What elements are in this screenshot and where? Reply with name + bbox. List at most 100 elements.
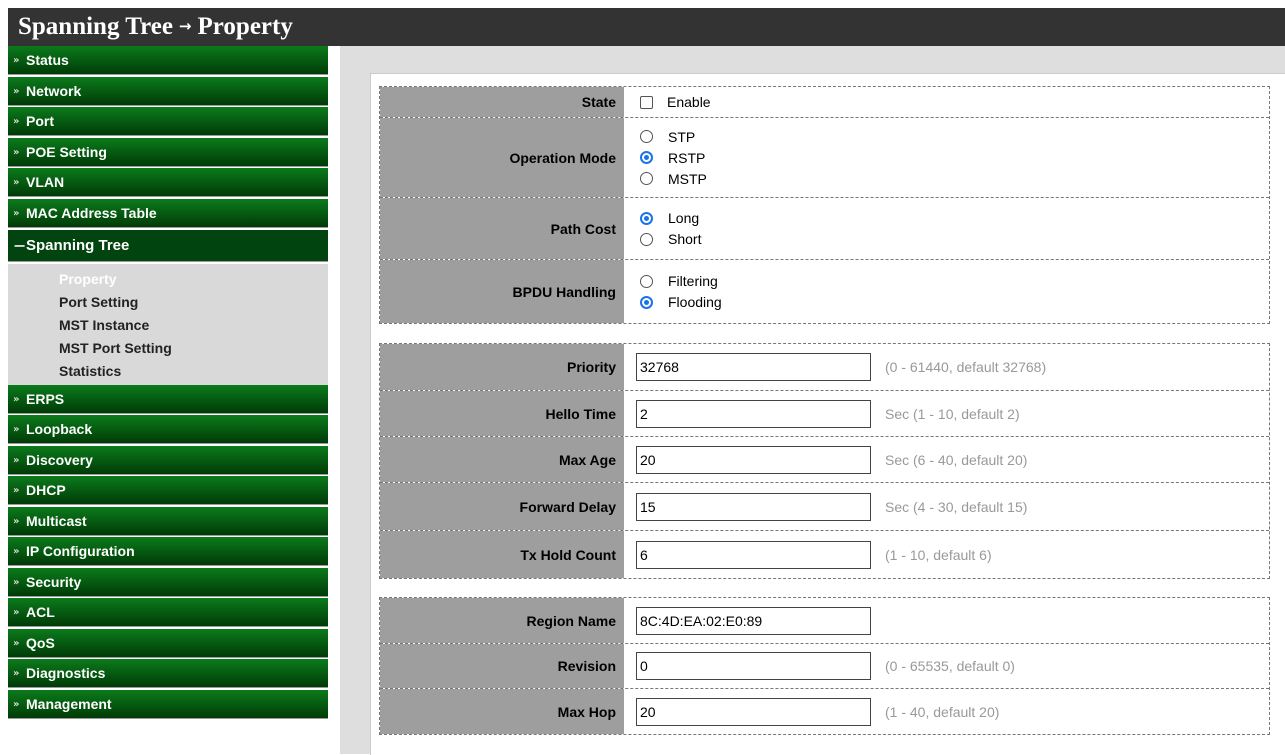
- option-label: MSTP: [668, 170, 707, 187]
- sidebar-item-security[interactable]: » Security: [8, 567, 328, 597]
- hello-time-row: Hello Time Sec (1 - 10, default 2): [380, 391, 1269, 436]
- sidebar-item-label: Security: [26, 573, 82, 590]
- option-label: Flooding: [668, 294, 722, 310]
- state-enable-label: Enable: [667, 94, 711, 110]
- region-name-row: Region Name: [380, 598, 1269, 643]
- radio-button[interactable]: [640, 274, 653, 288]
- page-header: Spanning Tree → Property: [8, 8, 1285, 46]
- sidebar-item-spanning-tree[interactable]: − Spanning Tree: [8, 229, 328, 262]
- chevron-down-icon: »: [13, 668, 20, 679]
- hello-time-input[interactable]: [636, 399, 871, 428]
- content-area: State Enable Operation Mode STP RSTP MST…: [340, 46, 1285, 755]
- sidebar-item-management[interactable]: » Management: [8, 689, 328, 719]
- chevron-down-icon: »: [13, 55, 20, 66]
- max-age-row: Max Age Sec (6 - 40, default 20): [380, 437, 1269, 482]
- tx-hold-count-input[interactable]: [636, 540, 871, 569]
- chevron-down-icon: »: [13, 177, 20, 188]
- max-age-input[interactable]: [636, 445, 871, 474]
- sidebar-item-port[interactable]: » Port: [8, 107, 328, 136]
- property-panel: State Enable Operation Mode STP RSTP MST…: [370, 73, 1285, 755]
- revision-hint: (0 - 65535, default 0): [885, 658, 1015, 674]
- region-name-input[interactable]: [636, 606, 871, 635]
- path-cost-row: Path Cost Long Short: [380, 198, 1269, 259]
- option-label: Filtering: [668, 273, 718, 289]
- sidebar-item-poe-setting[interactable]: » POE Setting: [8, 137, 328, 167]
- spanning-tree-submenu: Property Port Setting MST Instance MST P…: [8, 263, 328, 385]
- sidebar-item-ip-configuration[interactable]: » IP Configuration: [8, 537, 328, 566]
- chevron-down-icon: »: [13, 116, 20, 127]
- operation-mode-option-rstp[interactable]: RSTP: [640, 147, 705, 168]
- forward-delay-input[interactable]: [636, 492, 871, 521]
- sidebar-item-erps[interactable]: » ERPS: [8, 384, 328, 414]
- operation-mode-option-mstp[interactable]: MSTP: [640, 168, 707, 189]
- chevron-down-icon: »: [13, 454, 20, 466]
- sidebar-item-dhcp[interactable]: » DHCP: [8, 476, 328, 505]
- chevron-down-icon: »: [13, 546, 20, 557]
- sidebar-item-mac-address-table[interactable]: » MAC Address Table: [8, 198, 328, 228]
- max-hop-input[interactable]: [636, 697, 871, 726]
- chevron-down-icon: »: [13, 485, 20, 496]
- radio-button[interactable]: [640, 130, 653, 143]
- forward-delay-label: Forward Delay: [380, 483, 626, 530]
- max-age-hint: Sec (6 - 40, default 20): [885, 451, 1028, 468]
- operation-mode-row: Operation Mode STP RSTP MSTP: [380, 118, 1269, 197]
- sidebar-item-label: Diagnostics: [26, 665, 106, 681]
- path-cost-option-long[interactable]: Long: [640, 208, 699, 229]
- path-cost-label: Path Cost: [380, 198, 626, 259]
- sidebar-item-qos[interactable]: » QoS: [8, 628, 328, 658]
- priority-input[interactable]: [636, 353, 871, 381]
- hello-time-label: Hello Time: [380, 391, 626, 436]
- sidebar-item-loopback[interactable]: » Loopback: [8, 415, 328, 444]
- revision-value: (0 - 65535, default 0): [626, 644, 1269, 688]
- submenu-item-property[interactable]: Property: [8, 268, 328, 291]
- sidebar-item-label: DHCP: [26, 482, 66, 498]
- radio-button-selected[interactable]: [640, 211, 653, 225]
- chevron-down-icon: »: [13, 607, 20, 618]
- revision-input[interactable]: [636, 652, 871, 680]
- chevron-down-icon: »: [13, 207, 20, 219]
- submenu-item-port-setting[interactable]: Port Setting: [8, 291, 328, 314]
- sidebar-item-multicast[interactable]: » Multicast: [8, 506, 328, 536]
- region-name-label: Region Name: [380, 598, 626, 643]
- submenu-item-mst-instance[interactable]: MST Instance: [8, 314, 328, 337]
- max-hop-label: Max Hop: [380, 689, 626, 734]
- state-enable-checkbox[interactable]: [640, 95, 653, 109]
- bpdu-option-filtering[interactable]: Filtering: [640, 271, 718, 292]
- chevron-down-icon: »: [13, 424, 20, 435]
- sidebar-item-acl[interactable]: » ACL: [8, 598, 328, 627]
- option-label: Short: [668, 231, 702, 247]
- max-hop-row: Max Hop (1 - 40, default 20): [380, 689, 1269, 734]
- radio-button[interactable]: [640, 232, 653, 246]
- operation-mode-options: STP RSTP MSTP: [626, 118, 1269, 197]
- sidebar-item-label: IP Configuration: [26, 543, 135, 559]
- sidebar-item-label: Multicast: [26, 512, 87, 529]
- sidebar-menu: » Status » Network » Port » POE Setting » VLA…: [8, 46, 328, 754]
- sidebar-item-status[interactable]: » Status: [8, 46, 328, 75]
- region-name-value: [626, 598, 1269, 643]
- collapse-minus-icon: −: [13, 235, 27, 255]
- submenu-item-mst-port-setting[interactable]: MST Port Setting: [8, 337, 328, 360]
- state-row: State Enable: [380, 87, 1269, 117]
- chevron-down-icon: »: [13, 393, 20, 405]
- radio-button-selected[interactable]: [640, 295, 653, 309]
- radio-button[interactable]: [640, 172, 653, 185]
- operation-mode-option-stp[interactable]: STP: [640, 126, 695, 147]
- sidebar-item-network[interactable]: » Network: [8, 76, 328, 106]
- radio-button-selected[interactable]: [640, 151, 653, 164]
- chevron-down-icon: »: [13, 637, 20, 649]
- sidebar-item-diagnostics[interactable]: » Diagnostics: [8, 659, 328, 688]
- path-cost-options: Long Short: [626, 198, 1269, 259]
- header-section: Spanning Tree: [18, 13, 173, 40]
- bpdu-option-flooding[interactable]: Flooding: [640, 292, 722, 313]
- max-age-label: Max Age: [380, 437, 626, 482]
- submenu-item-statistics[interactable]: Statistics: [8, 360, 328, 383]
- max-hop-hint: (1 - 40, default 20): [885, 703, 1000, 720]
- sidebar-item-vlan[interactable]: » VLAN: [8, 168, 328, 197]
- option-label: STP: [668, 128, 696, 145]
- sidebar-item-discovery[interactable]: » Discovery: [8, 445, 328, 475]
- path-cost-option-short[interactable]: Short: [640, 229, 701, 250]
- tx-hold-count-label: Tx Hold Count: [380, 531, 626, 578]
- sidebar-item-label: ERPS: [26, 390, 65, 407]
- operation-mode-label: Operation Mode: [380, 118, 626, 197]
- priority-row: Priority (0 - 61440, default 32768): [380, 344, 1269, 390]
